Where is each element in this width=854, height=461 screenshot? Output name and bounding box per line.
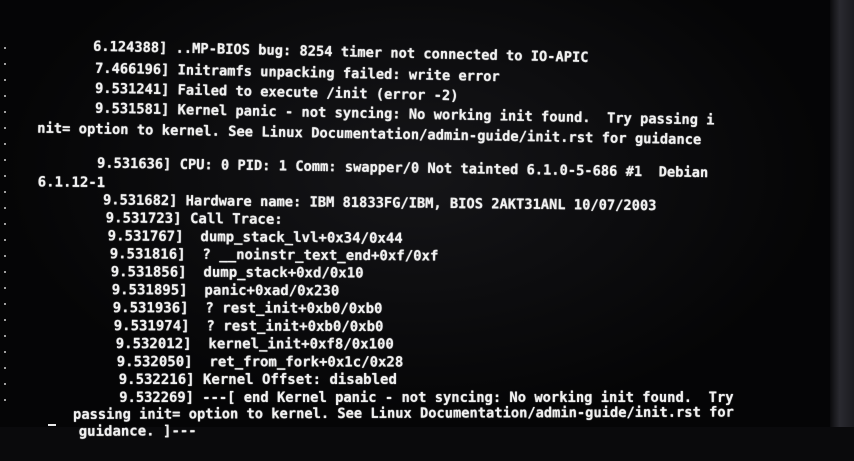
console-message: guidance. ]---	[78, 423, 197, 440]
monitor-bezel	[830, 0, 854, 427]
console-line: guidance. ]---	[45, 403, 197, 461]
console-cursor	[48, 424, 56, 426]
kernel-console: 6.124388] ..MP-BIOS bug: 8254 timer not …	[0, 0, 830, 440]
console-timestamp: 9.531636]	[96, 155, 172, 173]
